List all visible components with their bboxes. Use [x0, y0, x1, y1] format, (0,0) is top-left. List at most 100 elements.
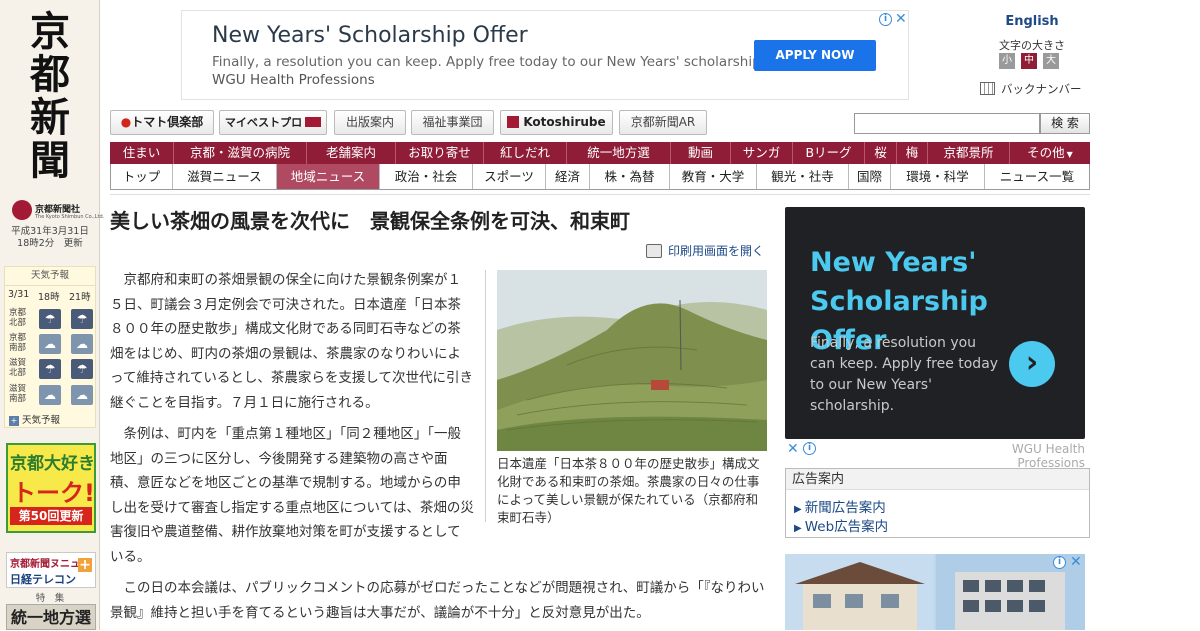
nav-tab[interactable]: トップ: [111, 164, 173, 189]
english-link[interactable]: English: [1000, 14, 1064, 29]
logo-char: 都: [30, 51, 70, 98]
ad-info-icon[interactable]: i: [1053, 556, 1066, 569]
nav-item[interactable]: 紅しだれ: [484, 142, 567, 164]
chevron-right-icon[interactable]: ›: [1009, 341, 1055, 387]
print-link[interactable]: 印刷用画面を開く: [646, 242, 764, 259]
ad-source: WGU Health Professions: [1011, 442, 1085, 470]
talk-banner-line1: 京都大好き: [10, 454, 95, 474]
article-paragraph-1: 京都府和束町の茶畑景観の保全に向けた景観条例案が１５日、町議会３月定例会で可決さ…: [110, 272, 474, 411]
nav-item[interactable]: 京都・滋賀の病院: [174, 142, 307, 164]
tomato-icon: ●: [120, 115, 132, 129]
nav-item[interactable]: 桜: [865, 142, 897, 164]
close-icon[interactable]: ✕: [1070, 555, 1082, 569]
talk-banner[interactable]: 京都大好き トーク! 第50回更新: [6, 443, 96, 533]
ad-source: WGU Health Professions: [212, 72, 375, 88]
caret-right-icon: ▶: [794, 523, 802, 534]
dropdown-icon: ▼: [1066, 150, 1073, 159]
nav-tab-active[interactable]: 地域ニュース: [277, 164, 380, 189]
nav-tab[interactable]: 政治・社会: [380, 164, 473, 189]
divider: [110, 194, 1090, 195]
article-photo[interactable]: [497, 270, 767, 451]
umbrella-icon: ☂: [39, 309, 61, 329]
font-size-label: 文字の大きさ: [999, 39, 1065, 52]
nav-tab[interactable]: 環境・科学: [891, 164, 985, 189]
nav-item[interactable]: 動画: [671, 142, 731, 164]
update-date: 平成31年3月31日: [11, 226, 89, 237]
nav-tab[interactable]: 国際: [849, 164, 891, 189]
ad-description: Finally, a resolution you can keep. Appl…: [810, 335, 999, 414]
nav-item-more[interactable]: その他 ▼: [1010, 142, 1090, 164]
nav-tab[interactable]: 経済: [546, 164, 590, 189]
nav-tab[interactable]: 観光・社寺: [757, 164, 849, 189]
ad-info-icon[interactable]: i: [879, 13, 892, 26]
weather-title: 天気予報: [5, 267, 95, 286]
apply-now-button[interactable]: APPLY NOW: [754, 40, 876, 71]
font-size-medium-button[interactable]: 中: [1021, 53, 1037, 69]
my-best-pro-link[interactable]: マイベストプロ: [219, 110, 327, 135]
nav-item[interactable]: お取り寄せ: [396, 142, 484, 164]
nikkei-banner[interactable]: 京都新聞ヌニュ 日経テレコン +: [6, 552, 96, 588]
search-input[interactable]: [854, 113, 1040, 134]
calendar-icon: [980, 82, 995, 95]
article-headline: 美しい茶畑の風景を次代に 景観保全条例を可決、和束町: [110, 209, 630, 233]
umbrella-icon: ☂: [71, 359, 93, 379]
printer-icon: [646, 244, 662, 258]
nav-item[interactable]: Bリーグ: [793, 142, 865, 164]
search-button[interactable]: 検 索: [1040, 113, 1090, 134]
side-banner-ad[interactable]: New Years' Scholarship Offer Finally, a …: [785, 207, 1085, 439]
plus-icon: +: [78, 557, 92, 573]
nav-item[interactable]: 統一地方選: [567, 142, 671, 164]
feature-label: 特 集: [35, 593, 65, 604]
nav-item[interactable]: 住まい: [110, 142, 174, 164]
company-brand[interactable]: 京都新聞社 The Kyoto Shimbun Co.,Ltd.: [6, 198, 104, 224]
nav-item[interactable]: 京都景所: [928, 142, 1010, 164]
kyoto-shimbun-ar-link[interactable]: 京都新聞AR: [619, 110, 707, 135]
logo-char: 京: [30, 8, 70, 55]
back-number-link[interactable]: バックナンバー: [980, 81, 1082, 97]
weather-row: 京都 北部 ☂ ☂: [7, 307, 95, 331]
nikkei-banner-line1: 京都新聞ヌニュ: [10, 559, 80, 570]
ad-title: New Years' Scholarship Offer: [212, 23, 528, 48]
font-size-large-button[interactable]: 大: [1043, 53, 1059, 69]
welfare-foundation-link[interactable]: 福祉事業団: [411, 110, 494, 135]
umbrella-icon: ☂: [39, 359, 61, 379]
umbrella-icon: ☂: [71, 309, 93, 329]
nav-item[interactable]: サンガ: [731, 142, 793, 164]
nav-tab[interactable]: 株・為替: [590, 164, 670, 189]
primary-nav: 住まい 京都・滋賀の病院 老舗案内 お取り寄せ 紅しだれ 統一地方選 動画 サン…: [110, 142, 1090, 164]
back-number-label: バックナンバー: [1001, 82, 1082, 96]
publishing-link[interactable]: 出版案内: [334, 110, 406, 135]
nav-tab[interactable]: 教育・大学: [670, 164, 757, 189]
nav-more-label: その他: [1027, 145, 1065, 160]
newspaper-ad-link[interactable]: ▶ 新聞広告案内: [794, 496, 886, 516]
tomato-club-link[interactable]: ●トマト倶楽部: [110, 110, 214, 135]
caret-right-icon: ▶: [794, 504, 802, 515]
weather-link[interactable]: + 天気予報: [9, 412, 60, 426]
ad-info-icon[interactable]: i: [803, 442, 816, 455]
nav-item[interactable]: 梅: [897, 142, 928, 164]
web-ad-link[interactable]: ▶ Web広告案内: [794, 515, 888, 535]
cloud-icon: ☁: [71, 385, 93, 405]
nikkei-banner-line2: 日経テレコン: [10, 573, 76, 586]
housing-ad[interactable]: i ✕: [785, 554, 1085, 630]
weather-area: 京都 北部: [9, 308, 27, 328]
nav-tab[interactable]: スポーツ: [473, 164, 546, 189]
kotoshirube-link[interactable]: Kotoshirube: [500, 110, 613, 135]
cloud-icon: ☁: [39, 385, 61, 405]
close-icon[interactable]: ✕: [895, 12, 907, 26]
talk-banner-line2: トーク!: [12, 479, 95, 507]
font-size-small-button[interactable]: 小: [999, 53, 1015, 69]
update-time: 平成31年3月31日 18時2分 更新: [0, 226, 100, 250]
nav-tab[interactable]: 滋賀ニュース: [173, 164, 277, 189]
nav-item[interactable]: 老舗案内: [307, 142, 396, 164]
plus-icon: +: [9, 416, 19, 426]
weather-row: 滋賀 北部 ☂ ☂: [7, 357, 95, 381]
cloud-icon: ☁: [39, 334, 61, 354]
feature-election-banner[interactable]: 統一地方選: [6, 604, 96, 630]
ad-info-box: 広告案内 ▶ 新聞広告案内 ▶ Web広告案内: [785, 468, 1090, 538]
top-banner-ad[interactable]: New Years' Scholarship Offer Finally, a …: [181, 10, 909, 100]
nav-tab[interactable]: ニュース一覧: [985, 164, 1089, 189]
ad-info-title: 広告案内: [786, 469, 1089, 490]
kyoto-shimbun-logo[interactable]: 京 都 新 聞: [18, 10, 82, 182]
close-icon[interactable]: ✕: [787, 442, 799, 456]
